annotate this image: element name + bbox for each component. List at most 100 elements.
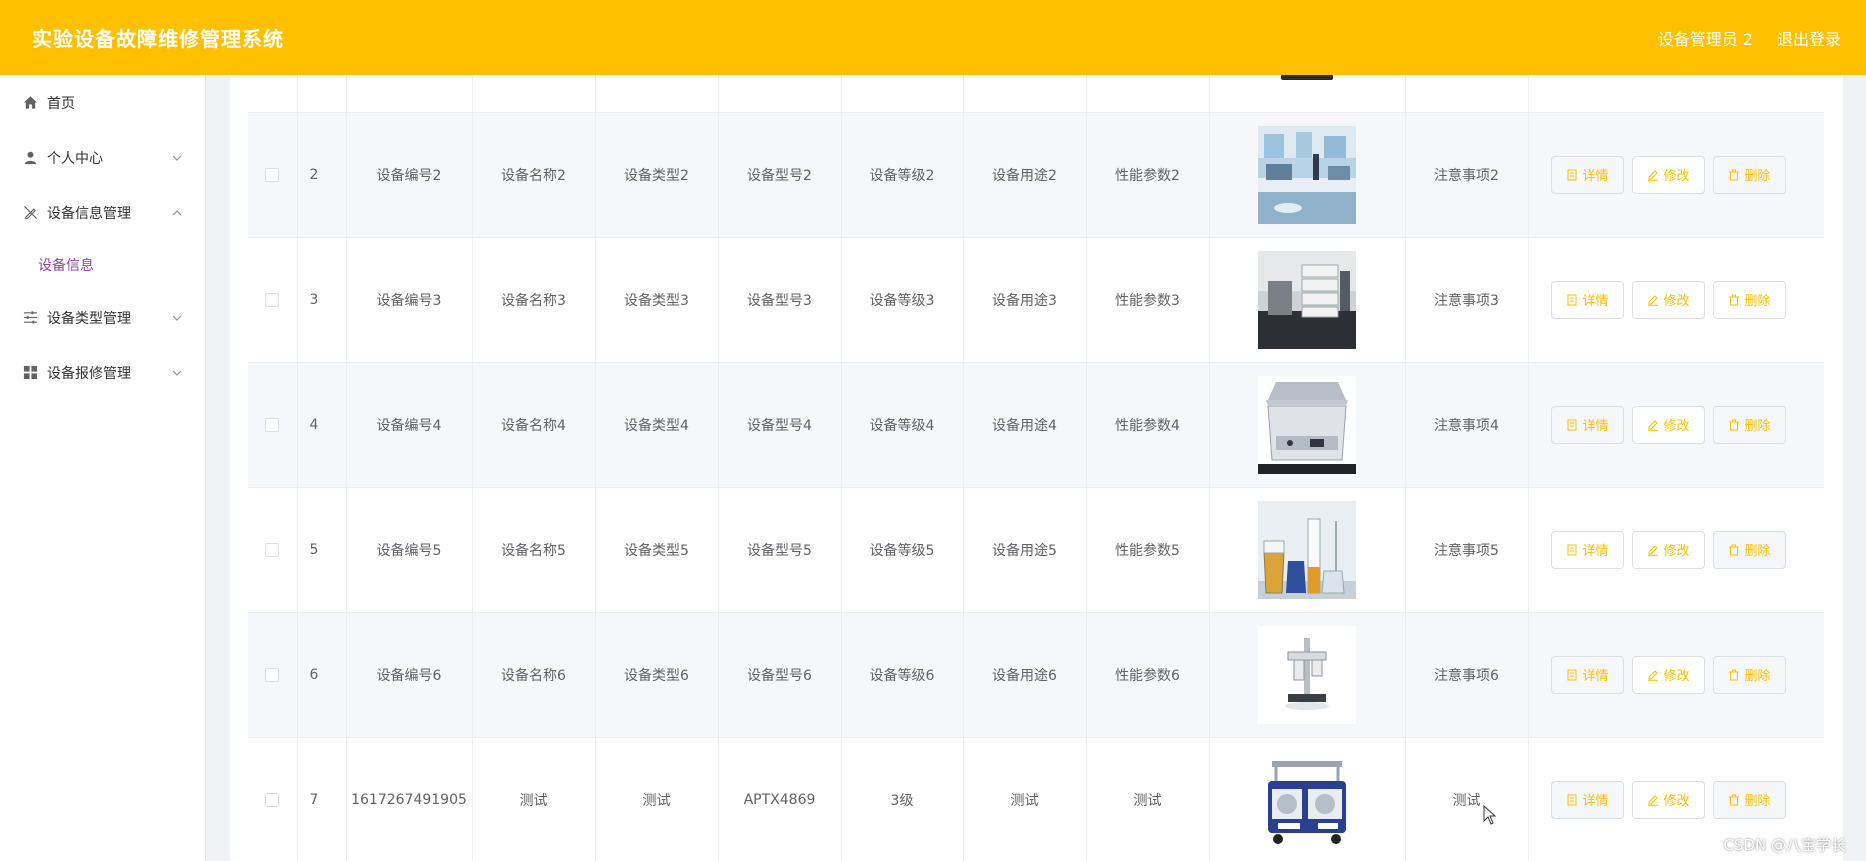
app-title: 实验设备故障维修管理系统 — [32, 27, 284, 51]
trash-icon — [1728, 794, 1739, 805]
edit-button[interactable]: 修改 — [1631, 280, 1705, 319]
detail-button[interactable]: 详情 — [1550, 405, 1624, 444]
edit-button[interactable]: 修改 — [1631, 530, 1705, 569]
pencil-icon — [1647, 669, 1658, 681]
document-icon — [1567, 794, 1576, 805]
delete-button[interactable]: 删除 — [1712, 405, 1786, 444]
cell-device-usage: 设备用途6 — [963, 612, 1087, 738]
device-photo[interactable] — [1258, 625, 1356, 724]
detail-label: 详情 — [1582, 544, 1609, 559]
device-photo[interactable] — [1258, 375, 1356, 474]
sidebar-item-device-info-mgmt[interactable]: 设备信息管理 — [0, 185, 205, 240]
cell-device-params: 测试 — [1086, 737, 1210, 861]
edit-button[interactable]: 修改 — [1631, 780, 1705, 819]
detail-button[interactable]: 详情 — [1550, 280, 1624, 319]
delete-label: 删除 — [1744, 669, 1771, 684]
cell-device-usage: 设备用途3 — [963, 237, 1087, 363]
detail-button[interactable]: 详情 — [1550, 655, 1624, 694]
edit-button[interactable]: 修改 — [1631, 655, 1705, 694]
cell-device-usage: 设备用途2 — [963, 112, 1087, 238]
sidebar-item-label: 设备信息管理 — [47, 205, 131, 222]
cell-device-params: 性能参数5 — [1086, 487, 1210, 613]
main-content: 2 设备编号2 设备名称2 设备类型2 设备型号2 设备等级2 设备用途2 性能… — [230, 75, 1843, 861]
cell-device-level: 设备等级3 — [841, 237, 964, 363]
cell-device-type: 设备类型4 — [595, 362, 719, 488]
edit-label: 修改 — [1663, 169, 1690, 184]
edit-button[interactable]: 修改 — [1631, 405, 1705, 444]
cell-device-level: 设备等级4 — [841, 362, 964, 488]
detail-button[interactable]: 详情 — [1550, 530, 1624, 569]
row-checkbox[interactable] — [265, 542, 280, 557]
document-icon — [1567, 669, 1576, 680]
sidebar-item-personal-center[interactable]: 个人中心 — [0, 130, 205, 185]
row-checkbox[interactable] — [265, 667, 280, 682]
trash-icon — [1728, 169, 1739, 180]
cell-device-model: 设备型号3 — [718, 237, 842, 363]
sidebar: 首页 个人中心 设备信息管理 设备信息 设备类型管理 设备报修管理 — [0, 75, 206, 861]
cell-device-params: 性能参数4 — [1086, 362, 1210, 488]
cell-device-name: 设备名称4 — [472, 362, 596, 488]
row-checkbox[interactable] — [265, 292, 280, 307]
trash-icon — [1728, 294, 1739, 305]
detail-label: 详情 — [1582, 294, 1609, 309]
current-user-label[interactable]: 设备管理员 2 — [1658, 26, 1753, 50]
cell-device-type: 设备类型5 — [595, 487, 719, 613]
row-checkbox[interactable] — [265, 417, 280, 432]
sidebar-subitem-device-info[interactable]: 设备信息 — [0, 240, 205, 290]
content-gutter — [206, 75, 230, 861]
row-checkbox[interactable] — [265, 167, 280, 182]
cell-device-model: 设备型号5 — [718, 487, 842, 613]
sidebar-item-home[interactable]: 首页 — [0, 75, 205, 130]
chevron-down-icon — [172, 315, 182, 321]
logout-link[interactable]: 退出登录 — [1777, 26, 1841, 50]
sliders-icon — [22, 310, 38, 326]
cell-device-code: 设备编号3 — [346, 237, 473, 363]
table-row: 5 设备编号5 设备名称5 设备类型5 设备型号5 设备等级5 设备用途5 性能… — [248, 487, 1824, 613]
pencil-icon — [1647, 794, 1658, 806]
sidebar-item-label: 设备类型管理 — [47, 310, 131, 327]
sidebar-item-device-type-mgmt[interactable]: 设备类型管理 — [0, 290, 205, 345]
detail-label: 详情 — [1582, 419, 1609, 434]
delete-button[interactable]: 删除 — [1712, 780, 1786, 819]
detail-label: 详情 — [1582, 794, 1609, 809]
row-index: 3 — [297, 237, 347, 363]
user-icon — [22, 150, 38, 166]
watermark: CSDN @八宝学长 — [1723, 836, 1846, 854]
delete-button[interactable]: 删除 — [1712, 530, 1786, 569]
document-icon — [1567, 169, 1576, 180]
cell-notes: 注意事项6 — [1405, 612, 1529, 738]
table-row — [248, 75, 1824, 113]
delete-button[interactable]: 删除 — [1712, 155, 1786, 194]
cell-device-type: 设备类型2 — [595, 112, 719, 238]
cell-device-model: APTX4869 — [718, 737, 842, 861]
edit-label: 修改 — [1663, 669, 1690, 684]
edit-label: 修改 — [1663, 419, 1690, 434]
detail-button[interactable]: 详情 — [1550, 780, 1624, 819]
sidebar-item-label: 个人中心 — [47, 150, 103, 167]
delete-button[interactable]: 删除 — [1712, 655, 1786, 694]
document-icon — [1567, 544, 1576, 555]
edit-label: 修改 — [1663, 294, 1690, 309]
document-icon — [1567, 294, 1576, 305]
cell-device-model: 设备型号4 — [718, 362, 842, 488]
edit-button[interactable]: 修改 — [1631, 155, 1705, 194]
delete-button[interactable]: 删除 — [1712, 280, 1786, 319]
chevron-up-icon — [172, 209, 182, 215]
table-row: 7 1617267491905 测试 测试 APTX4869 3级 测试 测试 — [248, 737, 1824, 861]
cell-device-code: 1617267491905 — [346, 737, 473, 861]
cell-device-name: 设备名称6 — [472, 612, 596, 738]
row-checkbox[interactable] — [265, 792, 280, 807]
trash-icon — [1728, 419, 1739, 430]
cell-device-level: 设备等级2 — [841, 112, 964, 238]
device-photo[interactable] — [1258, 125, 1356, 224]
row-index: 4 — [297, 362, 347, 488]
device-photo[interactable] — [1258, 750, 1356, 849]
cell-device-code: 设备编号4 — [346, 362, 473, 488]
detail-button[interactable]: 详情 — [1550, 155, 1624, 194]
device-photo[interactable] — [1258, 500, 1356, 599]
sidebar-item-device-repair-mgmt[interactable]: 设备报修管理 — [0, 345, 205, 400]
device-photo[interactable] — [1258, 250, 1356, 349]
cell-device-code: 设备编号6 — [346, 612, 473, 738]
cell-device-name: 设备名称5 — [472, 487, 596, 613]
trash-icon — [1728, 669, 1739, 680]
